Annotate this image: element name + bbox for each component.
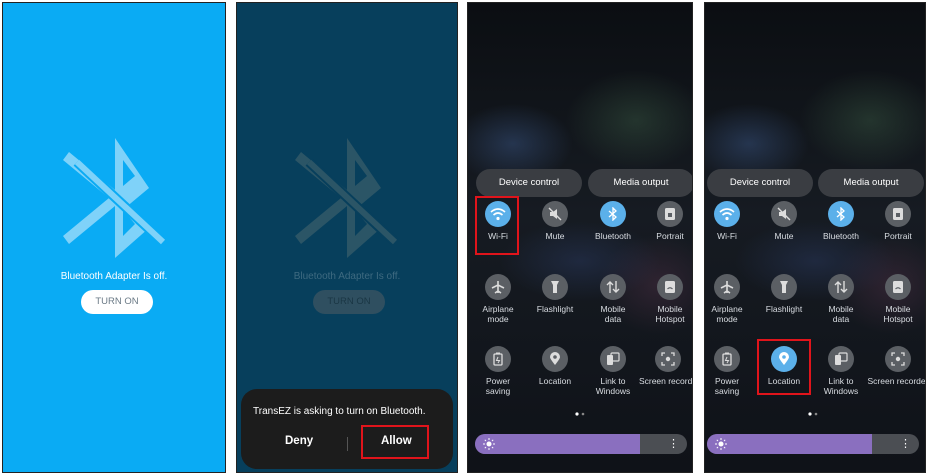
brightness-fill [475, 434, 641, 454]
airplane-icon [485, 274, 511, 300]
tile-mobile-hotspot[interactable]: Mobile Hotspot [869, 274, 925, 324]
tile-location[interactable]: Location [526, 346, 584, 386]
tile-mobile-data[interactable]: Mobile data [812, 274, 870, 324]
flashlight-icon [542, 274, 568, 300]
tile-airplane-mode[interactable]: Airplane mode [469, 274, 527, 324]
dialog-divider [347, 437, 348, 451]
tile-label: Screen recorder [867, 376, 926, 386]
brightness-slider[interactable]: ⋮ [707, 434, 919, 454]
sun-icon [483, 438, 495, 450]
airplane-icon [714, 274, 740, 300]
mobile-data-icon [600, 274, 626, 300]
tile-portrait[interactable]: Portrait [869, 201, 925, 241]
device-control-button[interactable]: Device control [476, 169, 582, 197]
deny-button[interactable]: Deny [285, 435, 313, 447]
more-options-icon[interactable]: ⋮ [668, 437, 679, 450]
location-highlight-box [757, 339, 811, 395]
screen-quick-settings-wifi: Device control Media output Wi-Fi Mute B… [467, 2, 693, 473]
wifi-highlight-box [475, 196, 519, 255]
brightness-fill [707, 434, 873, 454]
turn-on-button[interactable]: TURN ON [81, 290, 153, 314]
tile-label: Link to Windows [595, 376, 631, 396]
tile-label: Mobile Hotspot [655, 304, 685, 324]
tile-power-saving[interactable]: Power saving [705, 346, 756, 396]
tile-label: Mute [774, 231, 794, 241]
tile-label: Mute [545, 231, 565, 241]
tile-label: Flashlight [536, 304, 574, 314]
tile-label: Wi-Fi [717, 231, 737, 241]
page-indicator [808, 412, 818, 416]
tile-label: Bluetooth [595, 231, 631, 241]
tile-mute[interactable]: Mute [526, 201, 584, 241]
tile-mute[interactable]: Mute [755, 201, 813, 241]
wifi-icon [714, 201, 740, 227]
tile-label: Power saving [714, 376, 740, 396]
bluetooth-status-text: Bluetooth Adapter Is off. [60, 271, 168, 282]
tile-wifi[interactable]: Wi-Fi [705, 201, 756, 241]
tile-flashlight[interactable]: Flashlight [755, 274, 813, 314]
bluetooth-off-icon [63, 138, 167, 258]
screen-quick-settings-location: Device control Media output Wi-Fi Mute B… [704, 2, 926, 473]
flashlight-icon [771, 274, 797, 300]
tile-label: Screen recorde [638, 376, 693, 386]
mute-icon [771, 201, 797, 227]
bluetooth-permission-dialog: TransEZ is asking to turn on Bluetooth. … [241, 389, 453, 469]
battery-icon [714, 346, 740, 372]
bluetooth-icon [600, 201, 626, 227]
tile-label: Link to Windows [823, 376, 859, 396]
bluetooth-icon [828, 201, 854, 227]
more-options-icon[interactable]: ⋮ [900, 437, 911, 450]
location-pin-icon [542, 346, 568, 372]
battery-icon [485, 346, 511, 372]
tile-label: Flashlight [765, 304, 803, 314]
tile-bluetooth[interactable]: Bluetooth [812, 201, 870, 241]
tile-airplane-mode[interactable]: Airplane mode [705, 274, 756, 324]
tile-label: Portrait [884, 231, 912, 241]
tile-mobile-hotspot[interactable]: Mobile Hotspot [641, 274, 692, 324]
mute-icon [542, 201, 568, 227]
hotspot-icon [657, 274, 683, 300]
portrait-lock-icon [657, 201, 683, 227]
tile-label: Portrait [656, 231, 684, 241]
tile-label: Mobile data [600, 304, 626, 324]
portrait-lock-icon [885, 201, 911, 227]
tile-label: Airplane mode [482, 304, 514, 324]
tile-label: Mobile Hotspot [883, 304, 913, 324]
bluetooth-off-icon [295, 138, 399, 258]
tile-label: Power saving [485, 376, 511, 396]
tile-portrait[interactable]: Portrait [641, 201, 692, 241]
screen-recorder-icon [885, 346, 911, 372]
link-to-windows-icon [828, 346, 854, 372]
link-to-windows-icon [600, 346, 626, 372]
screen-recorder-icon [655, 346, 681, 372]
tile-label: Airplane mode [711, 304, 743, 324]
tile-label: Location [538, 376, 572, 386]
sun-icon [715, 438, 727, 450]
page-indicator [575, 412, 585, 416]
screen-bluetooth-off: Bluetooth Adapter Is off. TURN ON [2, 2, 226, 473]
turn-on-button[interactable]: TURN ON [313, 290, 385, 314]
tile-link-to-windows[interactable]: Link to Windows [812, 346, 870, 396]
allow-highlight-box [361, 425, 429, 459]
bluetooth-status-text: Bluetooth Adapter Is off. [293, 271, 401, 282]
tile-label: Mobile data [828, 304, 854, 324]
mobile-data-icon [828, 274, 854, 300]
brightness-slider[interactable]: ⋮ [475, 434, 687, 454]
tile-screen-recorder[interactable]: Screen recorder [867, 346, 926, 386]
tile-bluetooth[interactable]: Bluetooth [584, 201, 642, 241]
tile-label: Bluetooth [823, 231, 859, 241]
tile-link-to-windows[interactable]: Link to Windows [584, 346, 642, 396]
dialog-message: TransEZ is asking to turn on Bluetooth. [253, 406, 426, 417]
hotspot-icon [885, 274, 911, 300]
device-control-button[interactable]: Device control [707, 169, 813, 197]
tile-power-saving[interactable]: Power saving [469, 346, 527, 396]
media-output-button[interactable]: Media output [818, 169, 924, 197]
tile-screen-recorder[interactable]: Screen recorde [638, 346, 693, 386]
screen-bluetooth-permission: Bluetooth Adapter Is off. TURN ON TransE… [236, 2, 458, 473]
tile-flashlight[interactable]: Flashlight [526, 274, 584, 314]
tile-mobile-data[interactable]: Mobile data [584, 274, 642, 324]
media-output-button[interactable]: Media output [588, 169, 692, 197]
